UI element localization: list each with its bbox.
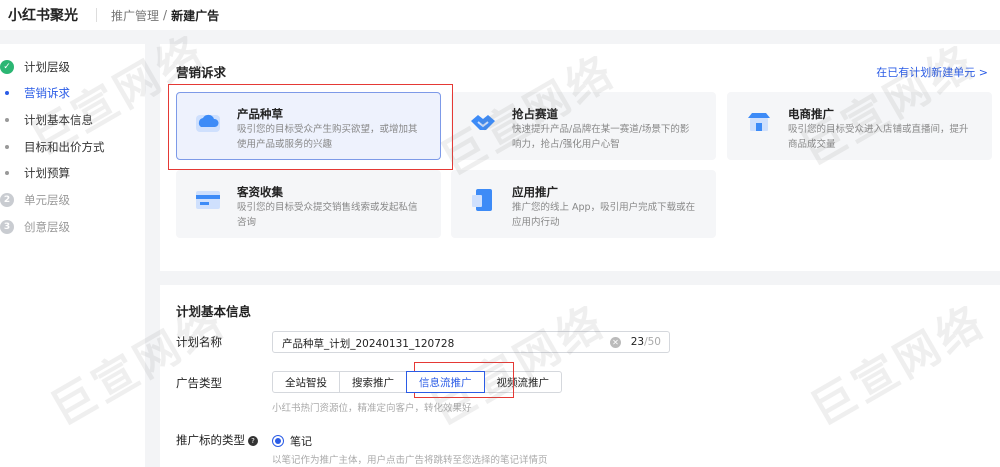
target-type-label: 推广标的类型? <box>176 432 258 448</box>
section-title-basic-info: 计划基本信息 <box>176 304 252 319</box>
app-icon <box>472 189 492 211</box>
main-content: 营销诉求 在已有计划新建单元 > 产品种草 吸引您的目标受众产生购买欲望，或增加… <box>160 44 1000 467</box>
card-title: 抢占赛道 <box>512 107 558 121</box>
breadcrumb-separator: / <box>163 8 168 22</box>
step-number-icon: 3 <box>0 220 14 234</box>
goal-card-lead-collection[interactable]: 客资收集 吸引您的目标受众提交销售线索或发起私信 咨询 <box>176 170 441 238</box>
step-budget[interactable]: 计划预算 <box>0 165 70 181</box>
card-title: 应用推广 <box>512 185 558 199</box>
ad-type-all-site[interactable]: 全站智投 <box>272 371 340 393</box>
step-label: 计划预算 <box>24 166 70 180</box>
goal-card-ecommerce[interactable]: 电商推广 吸引您的目标受众进入店铺或直播间，提升 商品成交量 <box>727 92 992 160</box>
char-counter: 23/50 <box>630 336 661 348</box>
goal-card-seize-track[interactable]: 抢占赛道 快速提升产品/品牌在某一赛道/场景下的影 响力，抢占/强化用户心智 <box>451 92 716 160</box>
step-unit-level[interactable]: 2 单元层级 <box>0 192 70 208</box>
card-title: 电商推广 <box>788 107 834 121</box>
ad-type-search[interactable]: 搜索推广 <box>339 371 407 393</box>
step-target-bidding[interactable]: 目标和出价方式 <box>0 139 105 155</box>
brand-logo[interactable]: 小红书聚光 <box>8 5 78 25</box>
section-divider <box>160 271 1000 285</box>
step-label: 计划层级 <box>24 60 70 74</box>
step-marketing-goal[interactable]: 营销诉求 <box>0 85 70 101</box>
ad-type-hint: 小红书热门资源位，精准定向客户，转化效果好 <box>272 403 472 414</box>
plan-name-input[interactable]: 产品种草_计划_20240131_120728 ✕ 23/50 <box>272 331 670 353</box>
create-unit-link[interactable]: 在已有计划新建单元 > <box>876 64 988 80</box>
card-description: 快速提升产品/品牌在某一赛道/场景下的影 响力，抢占/强化用户心智 <box>512 124 690 150</box>
step-label: 创意层级 <box>24 220 70 234</box>
brand-divider <box>96 8 97 22</box>
step-label: 营销诉求 <box>24 86 70 100</box>
bullet-icon <box>5 145 9 149</box>
handshake-icon <box>471 115 495 130</box>
check-icon: ✓ <box>0 60 14 74</box>
top-bar: 小红书聚光 推广管理 / 新建广告 <box>0 0 1000 30</box>
plan-name-label: 计划名称 <box>176 335 222 349</box>
bullet-icon <box>5 171 9 175</box>
breadcrumb-current: 新建广告 <box>171 8 220 23</box>
ad-type-label: 广告类型 <box>176 376 222 390</box>
step-navigation: ✓ 计划层级 营销诉求 计划基本信息 目标和出价方式 计划预算 2 单元层级 3… <box>0 44 145 467</box>
highlight-box-selected-card <box>168 84 453 170</box>
card-description: 吸引您的目标受众进入店铺或直播间，提升 商品成交量 <box>788 124 969 150</box>
radio-label: 笔记 <box>290 435 312 448</box>
target-type-note-radio[interactable]: 笔记 <box>272 433 312 449</box>
target-type-hint: 以笔记作为推广主体，用户点击广告将跳转至您选择的笔记详情页 <box>272 455 548 466</box>
shop-icon <box>748 113 770 131</box>
ad-type-feed[interactable]: 信息流推广 <box>406 371 485 393</box>
step-creative-level[interactable]: 3 创意层级 <box>0 219 70 235</box>
step-label: 单元层级 <box>24 193 70 207</box>
card-icon <box>196 191 220 209</box>
clear-icon[interactable]: ✕ <box>610 337 621 348</box>
ad-type-selector: 全站智投 搜索推广 信息流推广 视频流推广 <box>272 371 562 393</box>
radio-selected-icon <box>272 435 284 447</box>
step-number-icon: 2 <box>0 193 14 207</box>
bullet-icon <box>5 118 9 122</box>
breadcrumb-parent[interactable]: 推广管理 <box>111 7 159 24</box>
step-basic-info[interactable]: 计划基本信息 <box>0 112 93 128</box>
card-title: 客资收集 <box>237 185 283 199</box>
plan-name-value: 产品种草_计划_20240131_120728 <box>282 338 455 350</box>
step-plan-level[interactable]: ✓ 计划层级 <box>0 59 70 75</box>
bullet-icon <box>5 91 9 95</box>
card-description: 吸引您的目标受众提交销售线索或发起私信 咨询 <box>237 202 418 228</box>
card-description: 推广您的线上 App，吸引用户完成下载或在 应用内行动 <box>512 202 696 228</box>
step-label: 目标和出价方式 <box>24 140 105 154</box>
step-label: 计划基本信息 <box>24 113 93 127</box>
section-title-marketing: 营销诉求 <box>176 65 227 80</box>
help-icon[interactable]: ? <box>248 436 258 446</box>
goal-card-app-promotion[interactable]: 应用推广 推广您的线上 App，吸引用户完成下载或在 应用内行动 <box>451 170 716 238</box>
